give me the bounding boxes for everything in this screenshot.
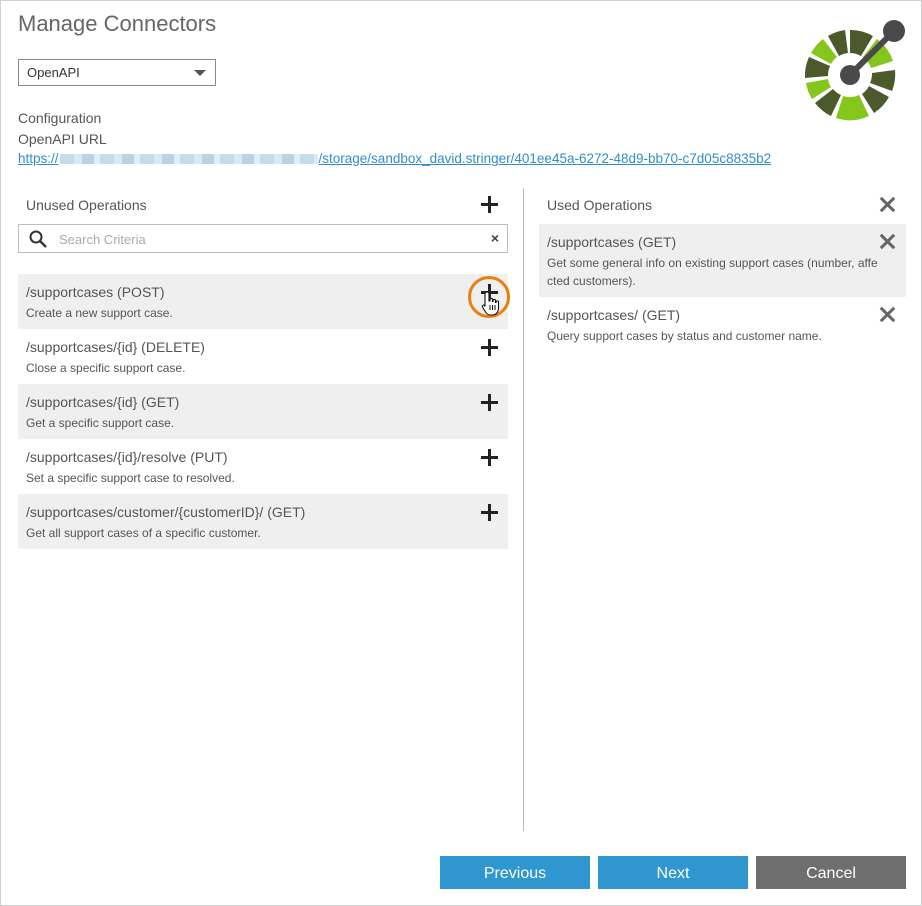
- operation-description: Close a specific support case.: [26, 361, 186, 375]
- add-all-plus-icon[interactable]: [481, 196, 498, 213]
- operation-name: /supportcases/{id} (GET): [26, 394, 180, 410]
- search-icon: [29, 230, 47, 248]
- operation-name: /supportcases/{id}/resolve (PUT): [26, 449, 228, 465]
- operation-description: Get all support cases of a specific cust…: [26, 526, 261, 540]
- unused-operation-row: /supportcases/{id} (DELETE) Close a spec…: [18, 329, 508, 384]
- remove-operation-close-icon[interactable]: [880, 234, 895, 249]
- configuration-label: Configuration: [18, 110, 102, 126]
- used-operation-row: /supportcases/ (GET) Query support cases…: [539, 297, 906, 352]
- connector-type-select[interactable]: OpenAPI: [18, 59, 216, 86]
- unused-operation-row: /supportcases/{id}/resolve (PUT) Set a s…: [18, 439, 508, 494]
- operation-name: /supportcases/{id} (DELETE): [26, 339, 205, 355]
- remove-all-close-icon[interactable]: [880, 197, 895, 212]
- openapi-logo: [804, 20, 905, 121]
- operation-name: /supportcases/customer/{customerID}/ (GE…: [26, 504, 306, 520]
- redacted-host: [59, 154, 318, 165]
- search-input[interactable]: [57, 229, 481, 250]
- operation-description-line: Get some general info on existing suppor…: [547, 256, 878, 270]
- next-button[interactable]: Next: [598, 856, 748, 889]
- panel-divider: [523, 188, 524, 831]
- openapi-url-link[interactable]: https:// /storage/sandbox_david.stringer/…: [18, 151, 771, 166]
- add-operation-plus-icon[interactable]: [481, 449, 498, 466]
- previous-button[interactable]: Previous: [440, 856, 590, 889]
- dialog-title: Manage Connectors: [18, 11, 217, 36]
- hand-pointer-cursor-icon: [481, 291, 500, 316]
- operation-description: Query support cases by status and custom…: [547, 329, 822, 343]
- cancel-button[interactable]: Cancel: [756, 856, 906, 889]
- search-box: ×: [18, 224, 508, 253]
- add-operation-plus-icon[interactable]: [481, 504, 498, 521]
- add-operation-plus-icon[interactable]: [481, 394, 498, 411]
- chevron-down-icon: [194, 70, 206, 76]
- url-path: /storage/sandbox_david.stringer/401ee45a…: [318, 151, 772, 166]
- manage-connectors-dialog: Manage Connectors OpenAPI Configuration …: [0, 0, 922, 906]
- used-operations-heading: Used Operations: [547, 197, 653, 213]
- operation-name: /supportcases/ (GET): [547, 307, 681, 323]
- unused-operation-row: /supportcases/{id} (GET) Get a specific …: [18, 384, 508, 439]
- operation-description: Set a specific support case to resolved.: [26, 471, 235, 485]
- operation-description: Create a new support case.: [26, 306, 173, 320]
- openapi-url-label: OpenAPI URL: [18, 131, 107, 147]
- connector-type-value: OpenAPI: [27, 65, 80, 80]
- used-operation-row: /supportcases (GET) Get some general inf…: [539, 224, 906, 297]
- unused-operation-row: /supportcases (POST) Create a new suppor…: [18, 274, 508, 329]
- add-operation-plus-icon[interactable]: [481, 339, 498, 356]
- unused-operation-row: /supportcases/customer/{customerID}/ (GE…: [18, 494, 508, 549]
- operation-description: Get some general info on existing suppor…: [547, 254, 898, 290]
- unused-operations-heading: Unused Operations: [26, 197, 147, 213]
- operation-description-line: cted customers).: [547, 274, 636, 288]
- clear-search-icon[interactable]: ×: [491, 230, 499, 246]
- url-prefix: https://: [18, 151, 59, 166]
- remove-operation-close-icon[interactable]: [880, 307, 895, 322]
- operation-name: /supportcases (POST): [26, 284, 165, 300]
- operation-description: Get a specific support case.: [26, 416, 175, 430]
- operation-name: /supportcases (GET): [547, 234, 677, 250]
